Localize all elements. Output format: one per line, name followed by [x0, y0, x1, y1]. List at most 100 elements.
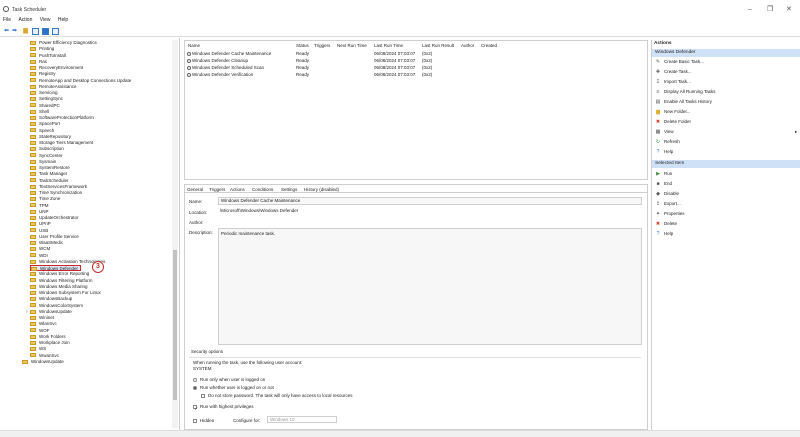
minimize-button[interactable]: – [748, 6, 752, 13]
tree-item[interactable]: TaskScheduler [30, 178, 69, 184]
tree-item[interactable]: UPnP [30, 221, 51, 227]
action-new-folder[interactable]: ▆ New Folder... [655, 108, 690, 116]
tree-item[interactable]: TPM [30, 203, 49, 209]
configure-select[interactable]: Windows 10 [267, 416, 337, 423]
tree-item[interactable]: Wininet [30, 315, 54, 321]
task-row[interactable]: Windows Defender Scheduled Scan Ready 06… [185, 65, 647, 71]
checkbox-icon[interactable] [201, 393, 205, 398]
tree-item[interactable]: Registry [30, 71, 56, 77]
tree-item[interactable]: SyncCenter [30, 153, 63, 159]
tree-item[interactable]: UpdateOrchestrator [30, 215, 79, 221]
tree-item[interactable]: Printing [30, 46, 54, 52]
tab-general[interactable]: General [187, 187, 204, 192]
tree-item[interactable]: SoftwareProtectionPlatform [30, 115, 94, 121]
radio-logged-on[interactable]: Run only when user is logged on [193, 377, 265, 382]
tree-item[interactable]: Windows Subsystem For Linux [30, 290, 101, 296]
tree-item[interactable]: SharedPC [30, 103, 60, 109]
action-export[interactable]: ↥ Export... [655, 200, 681, 208]
help-toolbar-icon[interactable] [42, 28, 49, 35]
col-name[interactable]: Name [188, 43, 200, 48]
actions-section-selected-item[interactable]: Selected Item [652, 160, 800, 168]
radio-whether-logged-on[interactable]: Run whether user is logged on or not [193, 385, 274, 390]
tree-item-windowsupdate-root[interactable]: WindowsUpdate [22, 359, 64, 365]
menu-file[interactable]: File [3, 17, 11, 23]
menu-action[interactable]: Action [18, 17, 32, 23]
actions-section-folder[interactable]: Windows Defender [652, 49, 800, 57]
tree-item[interactable]: SystemRestore [30, 165, 70, 171]
radio-selected-icon[interactable] [193, 385, 197, 390]
tree-item[interactable]: WwanSvc [30, 353, 59, 359]
action-end[interactable]: ■ End [655, 180, 672, 188]
tree-item[interactable]: WlanSvc [30, 321, 57, 327]
tree-item[interactable]: WDI [30, 253, 48, 259]
tree-item[interactable]: User Profile Service [30, 234, 79, 240]
checkbox-highest-privileges[interactable]: ✓ Run with highest privileges [193, 404, 254, 411]
action-view[interactable]: ▦ View ▸ [655, 128, 798, 136]
tree-item[interactable]: Task Manager [30, 171, 67, 177]
action-create-basic-task[interactable]: ✎ Create Basic Task... [655, 58, 704, 66]
tree-item[interactable]: Time Synchronization [30, 190, 82, 196]
task-row[interactable]: Windows Defender Verification Ready 06/0… [185, 72, 647, 78]
back-arrow-icon[interactable]: ⬅ [3, 28, 10, 35]
menu-view[interactable]: View [40, 17, 51, 23]
tree-item[interactable]: Work Folders [30, 334, 66, 340]
action-enable-all-tasks-history[interactable]: ▤ Enable All Tasks History [655, 98, 712, 106]
tree-item[interactable]: WS [30, 346, 46, 352]
tree-item[interactable]: Power Efficiency Diagnostics [30, 40, 97, 46]
tree-item[interactable]: RemoteAssistance [30, 84, 77, 90]
action-refresh[interactable]: ↻ Refresh [655, 138, 680, 146]
description-field[interactable]: Periodic maintenance task. [218, 228, 642, 345]
action-import-task[interactable]: ↧ Import Task... [655, 78, 691, 86]
task-row[interactable]: Windows Defender Cleanup Ready 06/08/202… [185, 58, 647, 64]
task-row[interactable]: Windows Defender Cache Maintenance Ready… [185, 51, 647, 57]
close-button[interactable]: ✕ [786, 6, 792, 13]
folder-tree[interactable]: Power Efficiency Diagnostics Printing Push… [0, 38, 180, 430]
expand-caret-icon[interactable]: › [26, 309, 28, 315]
tree-item[interactable]: Speech [30, 128, 54, 134]
tree-item[interactable]: WindowsBackup [30, 296, 72, 302]
tree-item[interactable]: Servicing [30, 90, 58, 96]
action-delete-folder[interactable]: ✖ Delete Folder [655, 118, 691, 126]
action-delete[interactable]: ✖ Delete [655, 220, 677, 228]
tree-item[interactable]: WindowsUpdate [30, 309, 72, 315]
tree-item[interactable]: SettingSync [30, 96, 63, 102]
show-hide-tree-icon[interactable] [32, 28, 39, 35]
restore-button[interactable]: ❐ [767, 6, 773, 13]
tree-scrollbar[interactable] [172, 40, 178, 428]
menu-help[interactable]: Help [58, 17, 68, 23]
tree-item[interactable]: WOF [30, 328, 50, 334]
radio-icon[interactable] [193, 377, 197, 382]
tree-item[interactable]: RemoteApp and Desktop Connections Update [30, 78, 131, 84]
action-display-all-running-tasks[interactable]: ≡ Display All Running Tasks [655, 88, 716, 96]
tree-item[interactable]: WaaSMedic [30, 240, 63, 246]
tree-item[interactable]: Ras [30, 59, 47, 65]
tree-item[interactable]: TextServicesFramework [30, 184, 87, 190]
tree-item-windows-defender[interactable]: Windows Defender [30, 265, 82, 271]
action-disable[interactable]: ◆ Disable [655, 190, 679, 198]
col-created[interactable]: Created [481, 43, 497, 48]
tree-item[interactable]: Subscription [30, 146, 64, 152]
tab-history[interactable]: History (disabled) [304, 187, 339, 192]
col-author[interactable]: Author [461, 43, 474, 48]
tree-item[interactable]: USB [30, 228, 48, 234]
tree-scrollbar-thumb[interactable] [173, 250, 177, 400]
col-triggers[interactable]: Triggers [314, 43, 330, 48]
folder-up-icon[interactable]: ▆ [22, 28, 29, 35]
name-field[interactable]: Windows Defender Cache Maintenance [218, 197, 642, 205]
tab-actions[interactable]: Actions [230, 187, 245, 192]
tree-item[interactable]: Workplace Join [30, 340, 70, 346]
checkbox-icon[interactable] [193, 418, 197, 423]
col-status[interactable]: Status [296, 43, 309, 48]
col-last-result[interactable]: Last Run Result [422, 43, 454, 48]
tree-item[interactable]: Windows Filtering Platform [30, 278, 93, 284]
tab-conditions[interactable]: Conditions [252, 187, 273, 192]
action-create-task[interactable]: ✚ Create Task... [655, 68, 692, 76]
tree-item[interactable]: WCM [30, 246, 50, 252]
forward-arrow-icon[interactable]: ➡ [11, 28, 18, 35]
tree-item[interactable]: Shell [30, 109, 49, 115]
tree-item[interactable]: Sysmain [30, 159, 56, 165]
checkbox-hidden[interactable]: Hidden [193, 418, 214, 423]
tree-item[interactable]: SpacePort [30, 121, 60, 127]
checkbox-no-store-password[interactable]: Do not store password. The task will onl… [201, 393, 352, 398]
tree-item[interactable]: Windows Media Sharing [30, 284, 88, 290]
